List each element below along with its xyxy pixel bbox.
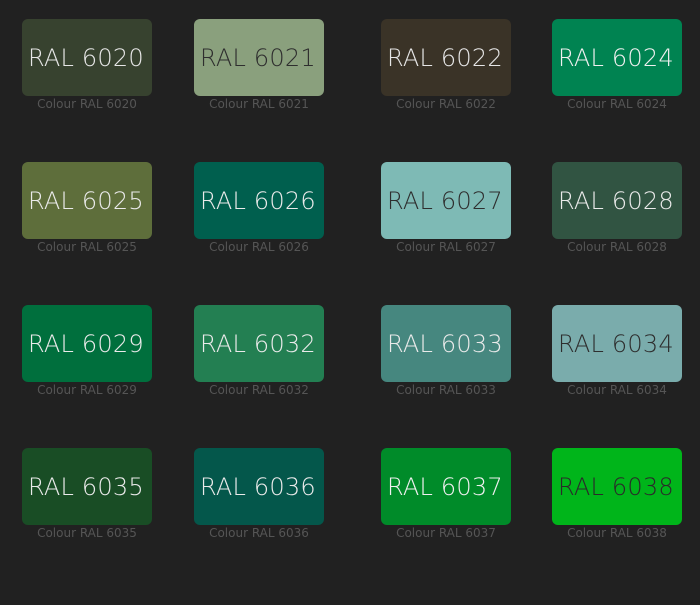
swatch-card-ral-6032[interactable]: RAL 6032 Colour RAL 6032 — [194, 305, 324, 415]
swatch-card-ral-6027[interactable]: RAL 6027 Colour RAL 6027 — [381, 162, 511, 272]
swatch-caption: Colour RAL 6024 — [567, 97, 667, 111]
color-swatch[interactable]: RAL 6032 — [194, 305, 324, 382]
color-swatch[interactable]: RAL 6038 — [552, 448, 682, 525]
swatch-caption: Colour RAL 6029 — [37, 383, 137, 397]
color-swatch[interactable]: RAL 6035 — [22, 448, 152, 525]
swatch-card-ral-6022[interactable]: RAL 6022 Colour RAL 6022 — [381, 19, 511, 129]
swatch-card-ral-6021[interactable]: RAL 6021 Colour RAL 6021 — [194, 19, 324, 129]
swatch-caption: Colour RAL 6028 — [567, 240, 667, 254]
swatch-caption: Colour RAL 6020 — [37, 97, 137, 111]
color-swatch[interactable]: RAL 6026 — [194, 162, 324, 239]
color-swatch[interactable]: RAL 6027 — [381, 162, 511, 239]
swatch-caption: Colour RAL 6025 — [37, 240, 137, 254]
swatch-caption: Colour RAL 6032 — [209, 383, 309, 397]
swatch-caption: Colour RAL 6037 — [396, 526, 496, 540]
swatch-card-ral-6028[interactable]: RAL 6028 Colour RAL 6028 — [552, 162, 682, 272]
color-swatch[interactable]: RAL 6033 — [381, 305, 511, 382]
swatch-caption: Colour RAL 6021 — [209, 97, 309, 111]
swatch-card-ral-6029[interactable]: RAL 6029 Colour RAL 6029 — [22, 305, 152, 415]
color-swatch[interactable]: RAL 6034 — [552, 305, 682, 382]
swatch-card-ral-6037[interactable]: RAL 6037 Colour RAL 6037 — [381, 448, 511, 558]
swatch-card-ral-6025[interactable]: RAL 6025 Colour RAL 6025 — [22, 162, 152, 272]
swatch-caption: Colour RAL 6033 — [396, 383, 496, 397]
swatch-card-ral-6035[interactable]: RAL 6035 Colour RAL 6035 — [22, 448, 152, 558]
swatch-card-ral-6038[interactable]: RAL 6038 Colour RAL 6038 — [552, 448, 682, 558]
color-swatch[interactable]: RAL 6029 — [22, 305, 152, 382]
swatch-caption: Colour RAL 6026 — [209, 240, 309, 254]
swatch-caption: Colour RAL 6036 — [209, 526, 309, 540]
color-swatch[interactable]: RAL 6037 — [381, 448, 511, 525]
swatch-caption: Colour RAL 6027 — [396, 240, 496, 254]
color-swatch[interactable]: RAL 6022 — [381, 19, 511, 96]
swatch-caption: Colour RAL 6034 — [567, 383, 667, 397]
swatch-card-ral-6033[interactable]: RAL 6033 Colour RAL 6033 — [381, 305, 511, 415]
color-swatch[interactable]: RAL 6028 — [552, 162, 682, 239]
swatch-card-ral-6034[interactable]: RAL 6034 Colour RAL 6034 — [552, 305, 682, 415]
swatch-caption: Colour RAL 6035 — [37, 526, 137, 540]
swatch-card-ral-6036[interactable]: RAL 6036 Colour RAL 6036 — [194, 448, 324, 558]
color-swatch[interactable]: RAL 6036 — [194, 448, 324, 525]
ral-color-grid: RAL 6020 Colour RAL 6020 RAL 6021 Colour… — [0, 0, 700, 605]
color-swatch[interactable]: RAL 6020 — [22, 19, 152, 96]
color-swatch[interactable]: RAL 6024 — [552, 19, 682, 96]
color-swatch[interactable]: RAL 6021 — [194, 19, 324, 96]
swatch-caption: Colour RAL 6038 — [567, 526, 667, 540]
swatch-card-ral-6020[interactable]: RAL 6020 Colour RAL 6020 — [22, 19, 152, 129]
swatch-caption: Colour RAL 6022 — [396, 97, 496, 111]
swatch-card-ral-6026[interactable]: RAL 6026 Colour RAL 6026 — [194, 162, 324, 272]
color-swatch[interactable]: RAL 6025 — [22, 162, 152, 239]
swatch-card-ral-6024[interactable]: RAL 6024 Colour RAL 6024 — [552, 19, 682, 129]
